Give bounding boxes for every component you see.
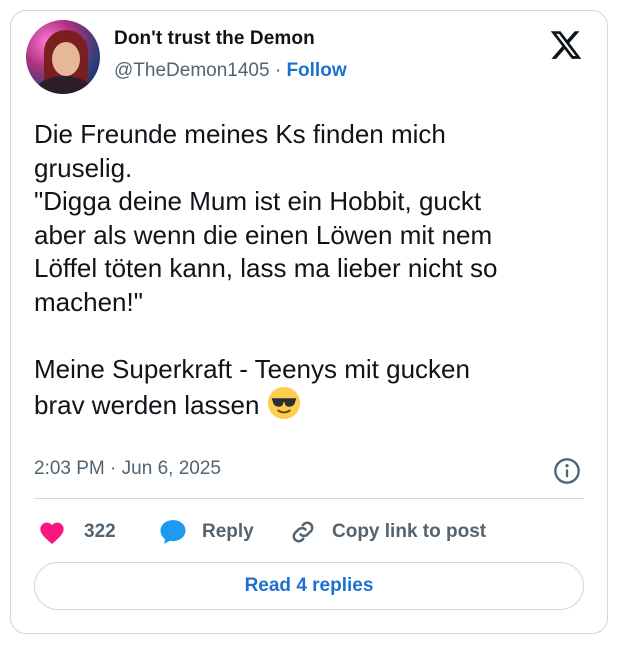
sunglasses-emoji-icon: [267, 386, 300, 420]
tweet-line: aber als wenn die einen Löwen mit nem: [34, 219, 493, 250]
info-icon[interactable]: [553, 457, 581, 485]
author-display-name[interactable]: Don't trust the Demon: [114, 28, 315, 50]
tweet-text: Die Freunde meines Ks finden mich grusel…: [34, 118, 594, 423]
tweet-time: 2:03 PM: [34, 458, 105, 479]
reply-label: Reply: [202, 521, 254, 542]
copy-link-button[interactable]: Copy link to post: [288, 514, 486, 550]
reply-button[interactable]: Reply: [158, 514, 254, 550]
divider: [34, 498, 584, 499]
read-replies-label: Read 4 replies: [244, 575, 374, 596]
author-handle-row: @TheDemon1405 · Follow: [114, 60, 347, 82]
avatar[interactable]: [26, 20, 100, 94]
tweet-line: Meine Superkraft - Teenys mit gucken: [34, 353, 470, 384]
handle-separator: ·: [274, 60, 282, 81]
tweet-line: machen!": [34, 286, 143, 317]
tweet-line: Löffel töten kann, lass ma lieber nicht …: [34, 253, 498, 283]
timestamp[interactable]: 2:03 PM · Jun 6, 2025: [34, 458, 221, 480]
tweet-line: gruselig.: [34, 152, 133, 183]
heart-icon: [40, 522, 64, 545]
x-logo-icon[interactable]: [548, 28, 584, 62]
like-button[interactable]: 322: [38, 514, 116, 550]
tweet-line: "Digga deine Mum ist ein Hobbit, guckt: [34, 186, 482, 216]
author-handle[interactable]: @TheDemon1405: [114, 60, 270, 81]
action-bar: 322 Reply Copy link to post: [34, 514, 584, 550]
time-separator: ·: [110, 458, 117, 479]
link-icon: [292, 521, 314, 543]
read-replies-button[interactable]: Read 4 replies: [34, 562, 584, 610]
avatar-face: [52, 42, 80, 76]
copy-link-label: Copy link to post: [332, 521, 487, 542]
reply-bubble-icon: [160, 520, 186, 544]
follow-button[interactable]: Follow: [286, 60, 346, 81]
tweet-date: Jun 6, 2025: [121, 458, 221, 479]
tweet-line: Die Freunde meines Ks finden mich: [34, 119, 446, 149]
likes-count: 322: [84, 521, 116, 542]
tweet-line: brav werden lassen: [34, 390, 260, 420]
